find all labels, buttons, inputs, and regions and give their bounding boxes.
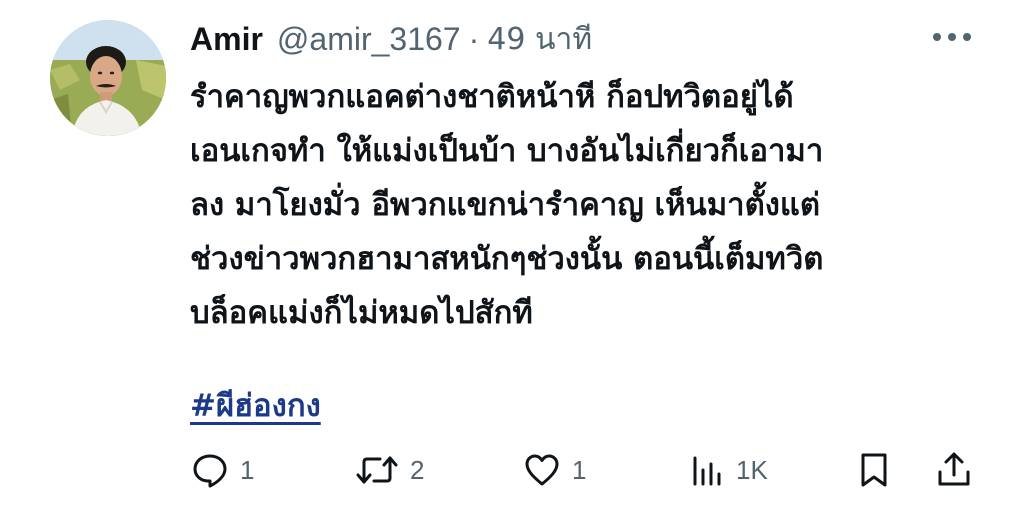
user-handle[interactable]: @amir_3167 [277, 21, 461, 58]
retweet-count: 2 [410, 454, 425, 485]
more-options-button[interactable] [930, 22, 974, 52]
share-icon [938, 452, 970, 486]
share-button[interactable] [934, 448, 974, 492]
hashtag-link[interactable]: #ผีฮ่องกง [190, 380, 321, 430]
retweet-icon [356, 456, 398, 484]
tweet-text-line: ลง มาโยงมั่ว อีพวกแขกน่ารำคาญ เห็นมาตั้ง… [190, 187, 820, 223]
reply-icon [193, 454, 227, 488]
bookmark-button[interactable] [856, 448, 892, 492]
views-button[interactable]: 1K [690, 448, 768, 492]
tweet-text-line: บล็อคแม่งก็ไม่หมดไปสักที [190, 295, 533, 331]
display-name[interactable]: Amir [190, 21, 263, 58]
views-count: 1K [736, 454, 768, 485]
tweet-text-line: เอนเกจทำ ให้แม่งเป็นบ้า บางอันไม่เกี่ยวก… [190, 133, 824, 169]
like-count: 1 [572, 454, 587, 485]
like-button[interactable]: 1 [522, 448, 586, 492]
tweet-header: Amir @amir_3167 · 49 นาที [190, 14, 592, 64]
avatar[interactable] [50, 20, 166, 136]
heart-icon [525, 454, 559, 486]
bookmark-icon [861, 453, 887, 487]
tweet: Amir @amir_3167 · 49 นาที รำคาญพวกแอคต่า… [0, 0, 1024, 520]
timestamp[interactable]: 49 นาที [487, 16, 592, 63]
more-icon [933, 33, 971, 41]
action-bar: 1 2 1 1K [0, 440, 1024, 500]
separator-dot: · [468, 20, 480, 57]
tweet-text: รำคาญพวกแอคต่างชาติหน้าหี ก็อปทวิตอยู่ได… [190, 70, 980, 340]
reply-button[interactable]: 1 [190, 448, 254, 492]
tweet-text-line: รำคาญพวกแอคต่างชาติหน้าหี ก็อปทวิตอยู่ได… [190, 79, 794, 115]
reply-count: 1 [240, 454, 255, 485]
views-icon [693, 456, 721, 486]
retweet-button[interactable]: 2 [354, 448, 424, 492]
avatar-photo [50, 20, 166, 136]
tweet-text-line: ช่วงข่าวพวกฮามาสหนักๆช่วงนั้น ตอนนี้เต็ม… [190, 241, 824, 277]
